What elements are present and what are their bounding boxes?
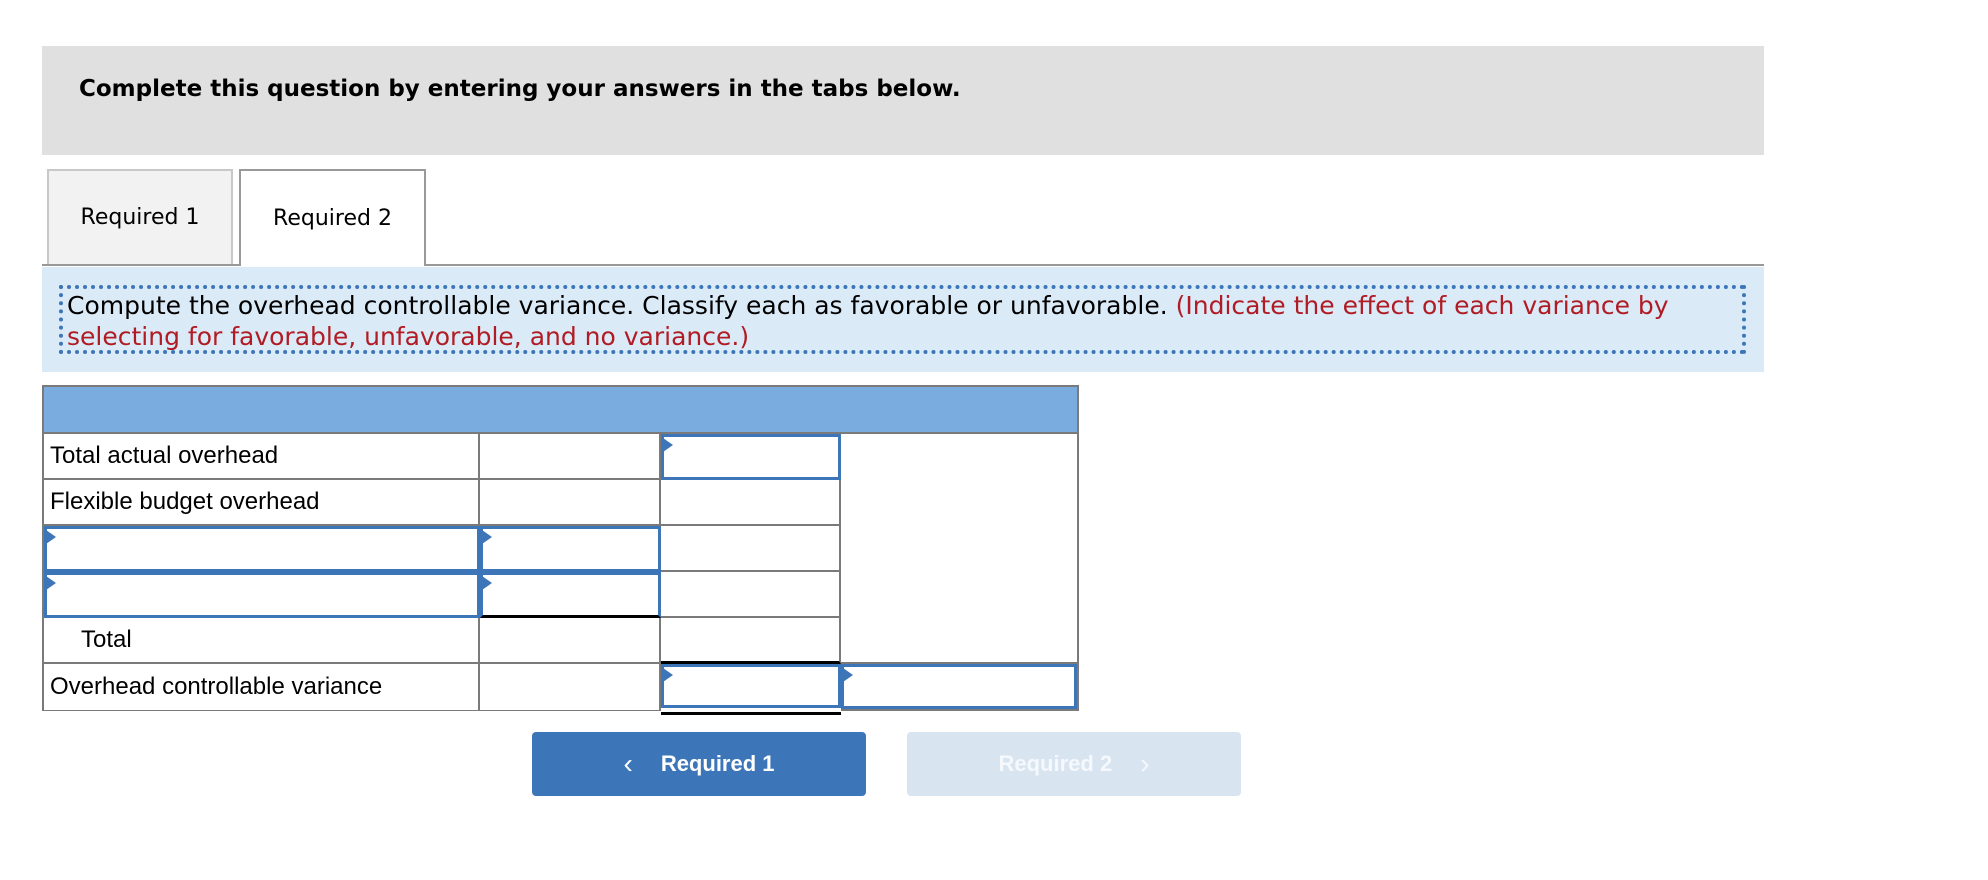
table-cell [841,434,1077,664]
tab-bar: Required 1 Required 2 [42,169,1764,267]
next-button-label: Required 2 [998,751,1113,776]
total-actual-overhead-input[interactable] [661,434,841,480]
tab-label: Required 2 [273,206,392,231]
controllable-variance-effect-select[interactable] [841,664,1077,709]
row-label-total: Total [44,618,480,664]
next-required-2-button[interactable]: Required 2 › [907,732,1241,796]
instruction-text-box: Compute the overhead controllable varian… [59,285,1746,354]
previous-required-1-button[interactable]: ‹ Required 1 [532,732,866,796]
question-instruction: Compute the overhead controllable varian… [42,267,1764,372]
tab-required-1[interactable]: Required 1 [47,169,233,264]
table-cell [480,434,661,480]
flexible-budget-item-1-select[interactable] [44,526,480,572]
table-cell [480,480,661,526]
variance-table: Total actual overhead Flexible budget ov… [42,385,1079,711]
row-label-overhead-controllable-variance: Overhead controllable variance [44,664,480,710]
table-cell [480,618,661,664]
flexible-budget-item-1-amount[interactable] [480,526,661,572]
chevron-right-icon: › [1140,748,1150,779]
table-cell [480,664,661,710]
previous-button-label: Required 1 [660,751,775,776]
instruction-main: Compute the overhead controllable varian… [67,291,1168,320]
table-cell [661,480,841,526]
chevron-left-icon: ‹ [623,748,633,779]
table-cell [661,618,841,664]
table-header [44,387,1077,434]
flexible-budget-item-2-amount[interactable] [480,572,661,618]
tab-label: Required 1 [80,205,200,230]
table-cell [661,526,841,572]
controllable-variance-amount-input[interactable] [661,664,841,708]
row-label-total-actual-overhead: Total actual overhead [44,434,480,480]
tab-required-2[interactable]: Required 2 [239,169,426,266]
table-cell [661,572,841,618]
banner-text: Complete this question by entering your … [79,76,961,102]
instructions-banner: Complete this question by entering your … [42,46,1764,155]
row-label-flexible-budget-overhead: Flexible budget overhead [44,480,480,526]
flexible-budget-item-2-select[interactable] [44,572,480,618]
